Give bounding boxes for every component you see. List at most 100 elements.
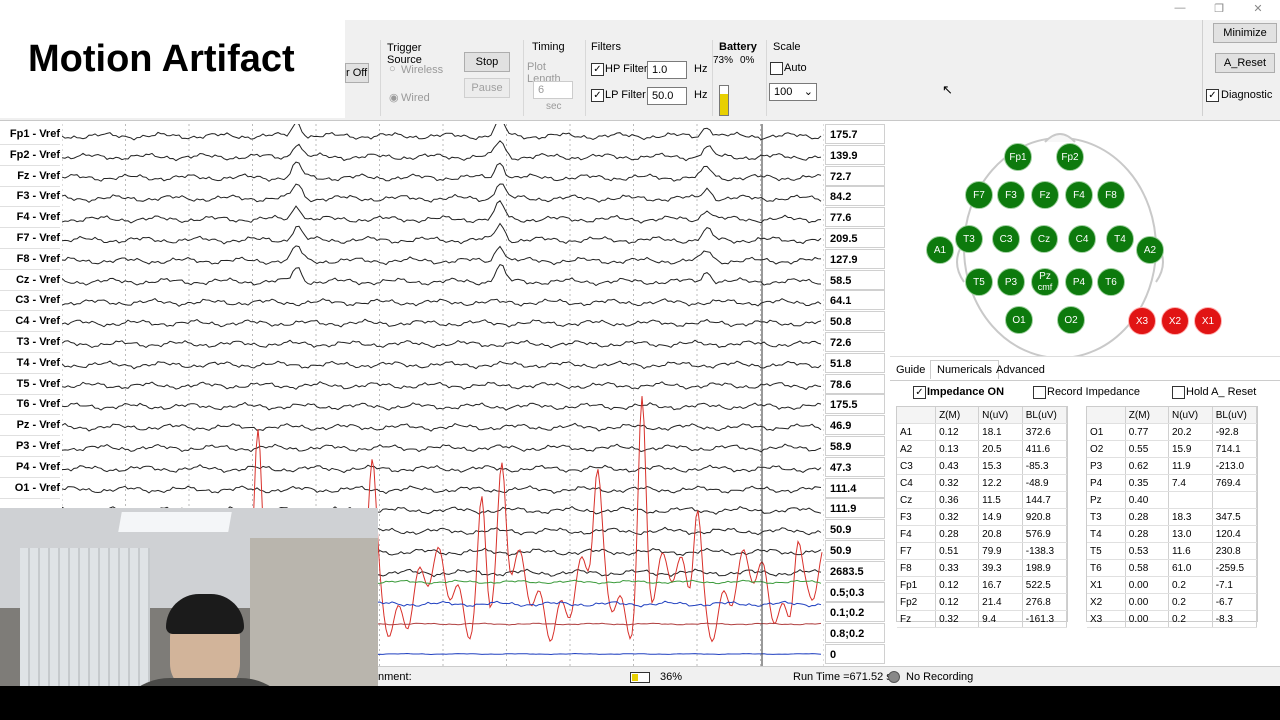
table-cell: 0.53 [1125, 542, 1169, 560]
tab-numericals[interactable]: Numericals [930, 360, 1000, 379]
filters-group: Filters ✓ HP Filter 1.0 Hz ✓ LP Filter 5… [585, 40, 711, 116]
plot-length-input[interactable]: 6 [533, 81, 573, 99]
diagnostic-checkbox[interactable]: ✓ [1206, 89, 1219, 102]
table-header: Z(M) [1125, 407, 1169, 424]
table-row: T6 0.58 61.0 -259.5 [1087, 559, 1258, 577]
channel-label: P3 - Vref [0, 436, 60, 457]
table-header: BL(uV) [1022, 407, 1068, 424]
electrode-p3[interactable]: P3 [997, 268, 1025, 296]
webcam-window-blinds [20, 548, 150, 708]
table-cell: C4 [897, 474, 937, 492]
impedance-table-right: Z(M) N(uV) BL(uV) O1 0.77 20.2 -92.8 O2 0.55 15.9… [1087, 407, 1258, 628]
electrode-f7[interactable]: F7 [965, 181, 993, 209]
channel-value: 127.9 [825, 248, 885, 269]
electrode-t5[interactable]: T5 [965, 268, 993, 296]
channel-value: 64.1 [825, 290, 885, 311]
electrode-x2[interactable]: X2 [1161, 307, 1189, 335]
lp-filter-checkbox[interactable]: ✓ [591, 89, 604, 102]
table-row: Fp1 0.12 16.7 522.5 [897, 576, 1068, 594]
electrode-label: C4 [1075, 234, 1089, 245]
electrode-f8[interactable]: F8 [1097, 181, 1125, 209]
electrode-label: T6 [1105, 277, 1117, 288]
tab-guide[interactable]: Guide [890, 361, 931, 379]
electrode-t6[interactable]: T6 [1097, 268, 1125, 296]
electrode-o2[interactable]: O2 [1057, 306, 1085, 334]
table-cell: 0.77 [1125, 423, 1169, 441]
scale-select[interactable]: 100 ⌄ [769, 83, 817, 101]
electrode-c3[interactable]: C3 [992, 225, 1020, 253]
table-cell: 18.3 [1168, 508, 1213, 526]
table-cell: 0.2 [1168, 593, 1213, 611]
table-cell: 0.00 [1125, 576, 1169, 594]
channel-label: P4 - Vref [0, 457, 60, 478]
table-cell: -48.9 [1022, 474, 1068, 492]
hold-a-reset-checkbox[interactable] [1172, 386, 1185, 399]
electrode-cz[interactable]: Cz [1030, 225, 1058, 253]
electrode-c4[interactable]: C4 [1068, 225, 1096, 253]
electrode-fz[interactable]: Fz [1031, 181, 1059, 209]
table-cell: 0.33 [935, 559, 980, 577]
table-cell: 39.3 [978, 559, 1023, 577]
impedance-on-checkbox[interactable]: ✓ [913, 386, 926, 399]
table-cell: X2 [1087, 593, 1126, 611]
head-map-panel: Fp1 Fp2 F7 F3 Fz F4 F8 A1 T3 C3 Cz C4 T4 A2 T5 P3 Pz cmf P… [890, 124, 1280, 356]
electrode-f4[interactable]: F4 [1065, 181, 1093, 209]
electrode-o1[interactable]: O1 [1005, 306, 1033, 334]
battery-pct-2: 0% [740, 55, 755, 66]
window-minimize-icon[interactable]: — [1165, 2, 1195, 18]
hp-filter-input[interactable]: 1.0 [647, 61, 687, 79]
electrode-p4[interactable]: P4 [1065, 268, 1093, 296]
table-cell: 18.1 [978, 423, 1023, 441]
minimize-button[interactable]: Minimize [1213, 23, 1277, 43]
channel-label: T4 - Vref [0, 353, 60, 374]
hp-filter-checkbox[interactable]: ✓ [591, 63, 604, 76]
table-cell: 0.32 [935, 610, 980, 628]
table-cell: 14.9 [978, 508, 1023, 526]
electrode-label: X1 [1201, 316, 1215, 327]
lp-filter-input[interactable]: 50.0 [647, 87, 687, 105]
eeg-trace [62, 401, 822, 411]
pause-button[interactable]: Pause [464, 78, 510, 98]
filters-title: Filters [591, 41, 621, 53]
electrode-pz[interactable]: Pz cmf [1031, 268, 1059, 296]
table-cell: P4 [1087, 474, 1126, 492]
electrode-t4[interactable]: T4 [1106, 225, 1134, 253]
channel-label: Fz - Vref [0, 166, 60, 187]
table-cell: X3 [1087, 610, 1126, 628]
electrode-a1[interactable]: A1 [926, 236, 954, 264]
channel-value: 0 [825, 644, 885, 664]
a-reset-button[interactable]: A_Reset [1215, 53, 1275, 73]
electrode-x3[interactable]: X3 [1128, 307, 1156, 335]
electrode-t3[interactable]: T3 [955, 225, 983, 253]
electrode-label: T5 [973, 277, 985, 288]
table-cell: 11.5 [978, 491, 1023, 509]
trigger-off-button[interactable]: r Off [345, 63, 369, 83]
window-maximize-icon[interactable]: ❐ [1204, 2, 1234, 18]
electrode-x1[interactable]: X1 [1194, 307, 1222, 335]
table-cell: 0.00 [1125, 610, 1169, 628]
scale-auto-checkbox[interactable] [770, 62, 783, 75]
wireless-radio-icon[interactable]: ○ [389, 63, 396, 75]
electrode-label: T3 [963, 234, 975, 245]
table-cell: 7.4 [1168, 474, 1213, 492]
electrode-f3[interactable]: F3 [997, 181, 1025, 209]
scale-group: Scale Auto 100 ⌄ [766, 40, 821, 116]
tab-advanced[interactable]: Advanced [990, 361, 1051, 379]
table-row: C3 0.43 15.3 -85.3 [897, 457, 1068, 475]
eeg-trace [62, 318, 822, 328]
window-close-icon[interactable]: ✕ [1243, 2, 1273, 18]
electrode-fp2[interactable]: Fp2 [1056, 143, 1084, 171]
mouse-cursor-icon: ↖ [942, 82, 953, 97]
wireless-label: Wireless [401, 64, 444, 76]
table-header [1087, 407, 1126, 424]
table-cell: 347.5 [1212, 508, 1258, 526]
table-cell: F4 [897, 525, 937, 543]
electrode-a2[interactable]: A2 [1136, 236, 1164, 264]
wired-radio-icon[interactable]: ◉ [389, 91, 399, 104]
table-cell: 13.0 [1168, 525, 1213, 543]
electrode-fp1[interactable]: Fp1 [1004, 143, 1032, 171]
record-impedance-checkbox[interactable] [1033, 386, 1046, 399]
table-row: X1 0.00 0.2 -7.1 [1087, 576, 1258, 594]
electrode-label: Cz [1037, 234, 1051, 245]
stop-button[interactable]: Stop [464, 52, 510, 72]
